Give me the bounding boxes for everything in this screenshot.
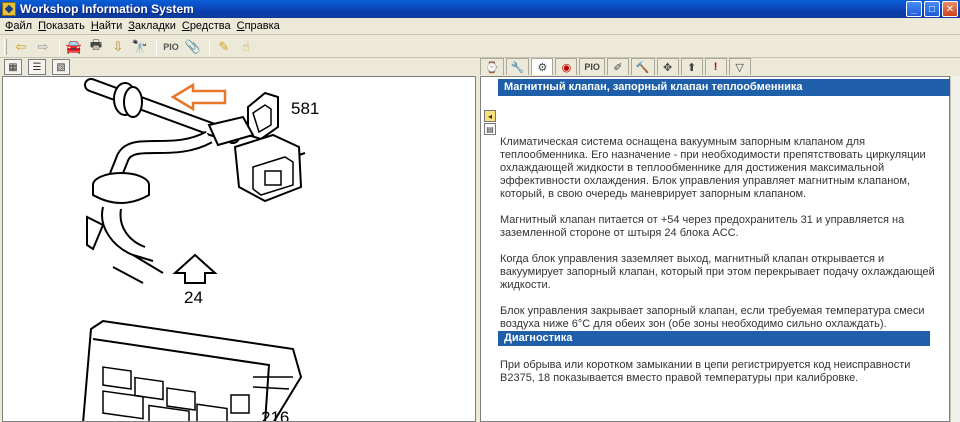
clip-icon[interactable]: 📎 <box>183 37 203 57</box>
menu-file[interactable]: Файл <box>2 20 35 32</box>
view-tabs-bar: ▦ ☰ ▧ ⌚ 🔧 ⚙ ◉ PIO ✐ 🔨 ✥ ⬆ ! ▽ <box>0 58 960 76</box>
menu-help[interactable]: Справка <box>234 20 283 32</box>
document-title: Магнитный клапан, запорный клапан теплоо… <box>498 79 950 96</box>
app-window: Workshop Information System _ □ ✕ Файл П… <box>0 0 960 422</box>
menu-bookmarks[interactable]: Закладки <box>125 20 179 32</box>
tab-pen[interactable]: ✐ <box>606 58 629 75</box>
tab-upload[interactable]: ⬆ <box>680 58 703 75</box>
left-view-tabs: ▦ ☰ ▧ <box>4 59 70 75</box>
vertical-scrollbar[interactable] <box>950 76 960 422</box>
window-controls: _ □ ✕ <box>906 1 958 17</box>
forward-arrow-icon[interactable]: ⇨ <box>33 37 53 57</box>
window-title: Workshop Information System <box>20 2 194 16</box>
maximize-button[interactable]: □ <box>924 1 940 17</box>
print-icon[interactable]: 🖶 <box>86 37 106 57</box>
paragraph: Климатическая система оснащена вакуумным… <box>500 136 926 200</box>
grid-view-icon[interactable]: ▦ <box>4 59 22 75</box>
menu-find[interactable]: Найти <box>88 20 125 32</box>
binoculars-icon[interactable]: 🔭 <box>130 37 150 57</box>
tab-move[interactable]: ✥ <box>656 58 679 75</box>
tab-funnel[interactable]: ▽ <box>728 58 751 75</box>
toolbar: ⇦ ⇨ 🚘 🖶 ⇩ 🔭 PIO 📎 ✎ ☝ <box>0 36 960 58</box>
download-icon[interactable]: ⇩ <box>108 37 128 57</box>
tab-diag[interactable]: ◉ <box>555 58 578 75</box>
tab-warning[interactable]: ! <box>704 58 727 75</box>
app-logo-icon <box>2 2 16 16</box>
paragraph: Блок управления закрывает запорный клапа… <box>500 305 925 330</box>
paragraph: Магнитный клапан питается от +54 через п… <box>500 214 905 239</box>
pio-button[interactable]: PIO <box>161 37 181 57</box>
section-heading-diagnostics: Диагностика <box>498 331 930 346</box>
menu-bar: Файл Показать Найти Закладки Средства Сп… <box>0 18 960 35</box>
paragraph: Когда блок управления заземляет выход, м… <box>500 253 935 291</box>
document-body: Климатическая система оснащена вакуумным… <box>500 136 940 344</box>
tab-timer[interactable]: ⌚ <box>480 58 504 75</box>
back-arrow-icon[interactable]: ⇦ <box>11 37 31 57</box>
edit-pencil-icon[interactable]: ✎ <box>214 37 234 57</box>
tab-tools[interactable]: 🔧 <box>505 58 530 75</box>
image-view-icon[interactable]: ▧ <box>52 59 70 75</box>
callout-24: 24 <box>184 288 203 307</box>
list-view-icon[interactable]: ☰ <box>28 59 46 75</box>
related-doc-icon[interactable]: ▤ <box>484 123 496 135</box>
minimize-button[interactable]: _ <box>906 1 922 17</box>
car-icon[interactable]: 🚘 <box>64 37 84 57</box>
right-view-tabs: ⌚ 🔧 ⚙ ◉ PIO ✐ 🔨 ✥ ⬆ ! ▽ <box>480 58 753 76</box>
toolbar-separator <box>59 38 60 55</box>
document-side-icons: ◂ ▤ <box>484 110 496 136</box>
illustration-pane[interactable]: 581 24 216 <box>2 76 476 422</box>
menu-tools[interactable]: Средства <box>179 20 234 32</box>
tab-gears[interactable]: ⚙ <box>531 58 554 75</box>
close-button[interactable]: ✕ <box>942 1 958 17</box>
tab-hammer[interactable]: 🔨 <box>630 58 655 75</box>
tab-pio[interactable]: PIO <box>579 58 605 75</box>
title-bar[interactable]: Workshop Information System _ □ ✕ <box>0 0 960 18</box>
toolbar-separator <box>156 38 157 55</box>
callout-581: 581 <box>291 99 320 118</box>
callout-216: 216 <box>261 408 290 422</box>
menu-view[interactable]: Показать <box>35 20 88 32</box>
diagnostics-paragraph: При обрыва или коротком замыкании в цепи… <box>500 359 911 384</box>
toolbar-separator <box>209 38 210 55</box>
component-illustration <box>82 78 306 421</box>
hand-pointer-icon[interactable]: ☝ <box>236 37 256 57</box>
back-link-icon[interactable]: ◂ <box>484 110 496 122</box>
toolbar-grip[interactable] <box>4 38 7 55</box>
